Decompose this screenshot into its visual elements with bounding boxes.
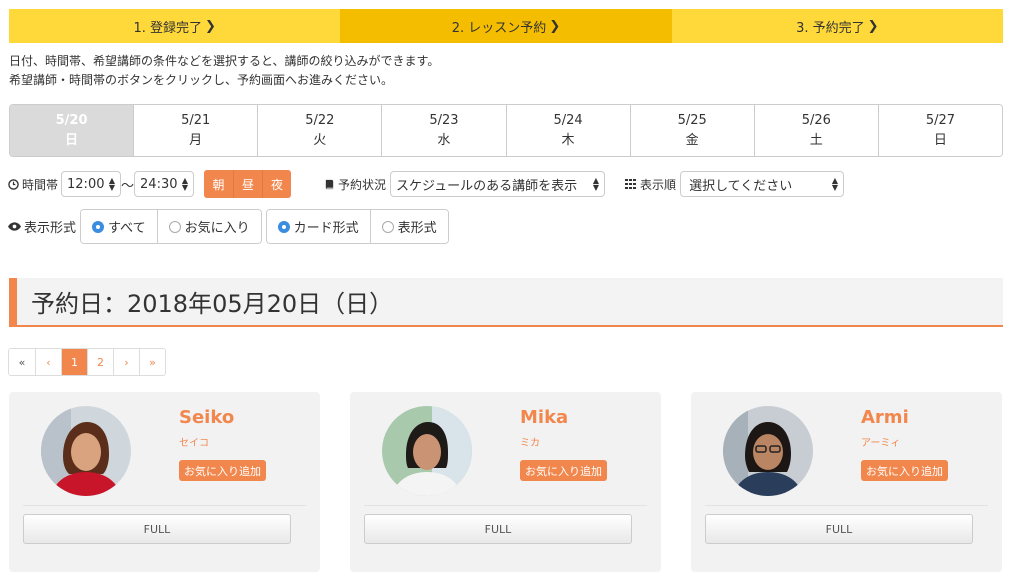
time-of-day-group: 朝 昼 夜 [204, 170, 292, 198]
day-tab-0526[interactable]: 5/26 土 [753, 105, 878, 156]
night-button[interactable]: 夜 [262, 170, 292, 198]
page-prev[interactable]: ‹ [35, 349, 61, 375]
teacher-card: Mika ミカ お気に入り追加 FULL [350, 392, 661, 572]
add-favorite-button[interactable]: お気に入り追加 [520, 460, 607, 481]
layout-group: カード形式 表形式 [265, 209, 449, 244]
radio-unchecked-icon [381, 220, 394, 233]
add-favorite-button[interactable]: お気に入り追加 [179, 460, 266, 481]
display-format-label: 表示形式 [8, 217, 76, 236]
teacher-card: Armi アーミィ お気に入り追加 FULL [691, 392, 1002, 572]
full-button[interactable]: FULL [23, 514, 291, 544]
page-next[interactable]: › [113, 349, 139, 375]
divider [23, 505, 306, 506]
order-label: 表示順 [625, 176, 676, 193]
progress-steps: 1. 登録完了 ❯ 2. レッスン予約 ❯ 3. 予約完了 ❯ [9, 9, 1003, 43]
teacher-card: Seiko セイコ お気に入り追加 FULL [9, 392, 320, 572]
radio-table-format[interactable]: 表形式 [369, 210, 448, 243]
divider [364, 505, 647, 506]
noon-button[interactable]: 昼 [233, 170, 263, 198]
order-select[interactable]: 選択してください ▲ ▼ [680, 171, 845, 197]
filter-bar: 時間帯 12:00 ▲ ▼ 〜 24:30 ▲ ▼ 朝 昼 夜 予約状況 スケジュールの… [8, 170, 845, 198]
teacher-name-seiko[interactable]: Seiko [179, 407, 234, 428]
time-from-select[interactable]: 12:00 ▲ ▼ [61, 171, 122, 197]
day-tab-0527[interactable]: 5/27 日 [877, 105, 1002, 156]
radio-favorites[interactable]: お気に入り [156, 210, 261, 243]
display-format-bar: 表示形式 すべて お気に入り カード形式 表形式 [8, 209, 449, 244]
full-button[interactable]: FULL [364, 514, 632, 544]
teacher-name-kana: セイコ [179, 438, 209, 449]
morning-button[interactable]: 朝 [204, 170, 234, 198]
page-first[interactable]: « [9, 349, 35, 375]
step-registration: 1. 登録完了 ❯ [9, 9, 341, 43]
updown-icon: ▲ ▼ [831, 176, 839, 192]
chevron-right-icon: ❯ [867, 18, 879, 34]
time-label: 時間帯 [8, 176, 58, 193]
updown-icon: ▲ ▼ [108, 176, 116, 192]
day-tab-0520[interactable]: 5/20 日 [10, 105, 134, 156]
teacher-name-kana: ミカ [520, 438, 540, 449]
page-last[interactable]: » [139, 349, 165, 375]
intro-text: 日付、時間帯、希望講師の条件などを選択すると、講師の絞り込みができます。 希望講… [9, 54, 440, 87]
step-lesson-booking: 2. レッスン予約 ❯ [340, 9, 672, 43]
radio-checked-icon [92, 220, 105, 233]
day-tab-0523[interactable]: 5/23 水 [381, 105, 506, 156]
step-booking-complete: 3. 予約完了 ❯ [671, 9, 1003, 43]
chevron-right-icon: ❯ [549, 18, 561, 34]
pagination: « ‹ 1 2 › » [8, 348, 166, 376]
teacher-name-armi[interactable]: Armi [861, 407, 909, 428]
teacher-name-kana: アーミィ [861, 438, 901, 449]
radio-unchecked-icon [168, 220, 181, 233]
updown-icon: ▲ ▼ [181, 176, 189, 192]
grid-icon [625, 179, 637, 189]
radio-checked-icon [277, 220, 290, 233]
time-to-select[interactable]: 24:30 ▲ ▼ [134, 171, 195, 197]
status-label: 予約状況 [324, 176, 386, 193]
radio-card-format[interactable]: カード形式 [266, 210, 370, 243]
clock-icon [8, 178, 19, 190]
date-selector: 5/20 日 5/21 月 5/22 火 5/23 水 5/24 木 5/25 金 5/26… [9, 104, 1003, 157]
updown-icon: ▲ ▼ [592, 176, 600, 192]
status-select[interactable]: スケジュールのある講師を表示 ▲ ▼ [390, 171, 606, 197]
day-tab-0522[interactable]: 5/22 火 [257, 105, 382, 156]
book-icon [325, 179, 334, 189]
day-tab-0521[interactable]: 5/21 月 [133, 105, 258, 156]
full-button[interactable]: FULL [705, 514, 973, 544]
avatar[interactable] [723, 406, 813, 496]
eye-icon [8, 222, 21, 231]
divider [705, 505, 988, 506]
booking-date-heading: 予約日：2018年05月20日（日） [9, 278, 1003, 327]
day-tab-0524[interactable]: 5/24 木 [505, 105, 630, 156]
filter-all-fav-group: すべて お気に入り [80, 209, 262, 244]
teacher-name-mika[interactable]: Mika [520, 407, 568, 428]
page-1[interactable]: 1 [61, 349, 87, 375]
radio-all[interactable]: すべて [81, 210, 157, 243]
add-favorite-button[interactable]: お気に入り追加 [861, 460, 948, 481]
avatar[interactable] [382, 406, 472, 496]
chevron-right-icon: ❯ [204, 18, 216, 34]
avatar[interactable] [41, 406, 131, 496]
day-tab-0525[interactable]: 5/25 金 [629, 105, 754, 156]
page-2[interactable]: 2 [87, 349, 113, 375]
